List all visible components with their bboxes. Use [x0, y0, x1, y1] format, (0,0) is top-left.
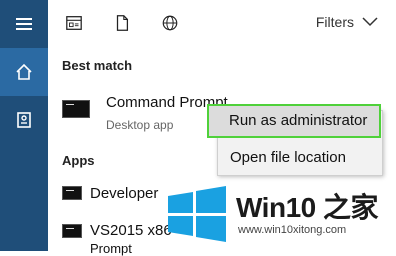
best-match-heading: Best match — [62, 58, 133, 73]
apps-heading: Apps — [62, 153, 95, 168]
filters-dropdown[interactable]: Filters — [316, 14, 378, 30]
hamburger-menu-button[interactable] — [0, 0, 48, 48]
result-title: Developer — [90, 185, 159, 202]
home-icon — [16, 63, 32, 80]
search-scope-bar: Filters — [48, 0, 396, 46]
command-prompt-icon — [62, 186, 82, 200]
command-prompt-icon — [62, 100, 90, 118]
web-button[interactable] — [160, 13, 180, 33]
watermark-url: www.win10xitong.com — [238, 224, 347, 236]
result-title: VS2015 x86 — [90, 222, 172, 239]
notebook-button[interactable] — [0, 96, 48, 144]
command-prompt-icon — [62, 224, 82, 238]
notebook-icon — [17, 112, 31, 128]
watermark: Win10 之家 www.win10xitong.com — [166, 180, 388, 248]
watermark-title: Win10 之家 — [236, 192, 379, 223]
home-button[interactable] — [0, 48, 48, 96]
run-as-administrator-item[interactable]: Run as administrator — [207, 104, 381, 138]
windows-logo-icon — [168, 186, 226, 242]
document-icon — [116, 15, 129, 31]
chevron-down-icon — [362, 17, 378, 27]
documents-button[interactable] — [112, 13, 132, 33]
document-web-button[interactable] — [64, 13, 84, 33]
open-file-location-item[interactable]: Open file location — [230, 149, 346, 166]
left-rail — [0, 0, 48, 251]
document-web-icon — [66, 16, 82, 30]
globe-icon — [162, 15, 178, 31]
filters-label: Filters — [315, 14, 354, 30]
result-subtitle: Desktop app — [106, 118, 174, 132]
result-title-continued: Prompt — [90, 241, 132, 256]
hamburger-menu-icon — [16, 18, 32, 30]
run-as-administrator-label: Run as administrator — [229, 112, 368, 129]
